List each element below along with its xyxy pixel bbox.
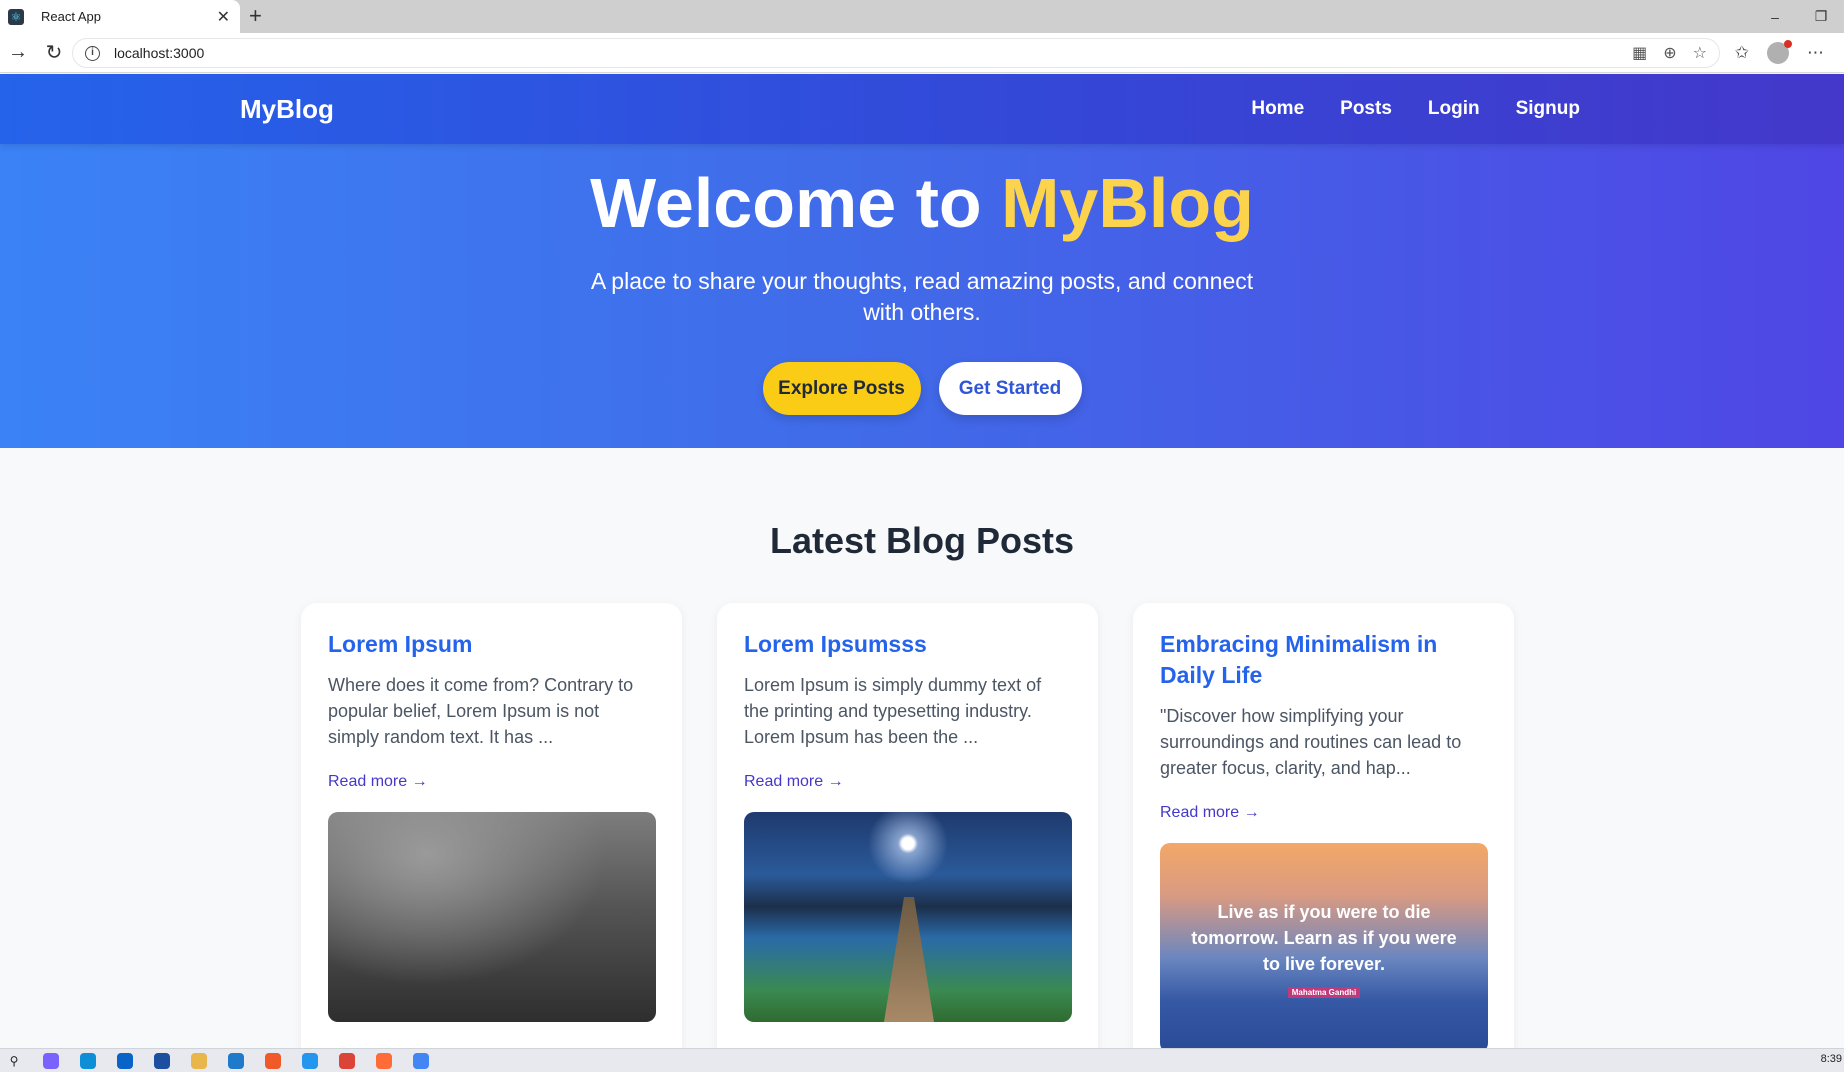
new-tab-icon[interactable]: + [249,4,262,28]
favorite-star-icon[interactable]: ☆ [1693,43,1707,63]
os-taskbar: ⚲ 8:39 [0,1048,1844,1072]
image-quote-text: Live as if you were to die tomorrow. Lea… [1191,901,1457,974]
vscode-icon[interactable] [228,1052,244,1069]
browser-toolbar: ✩ ⋯ [1717,33,1824,73]
url-text[interactable]: localhost:3000 [114,45,1616,61]
outlook-icon[interactable] [117,1052,133,1069]
post-excerpt: "Discover how simplifying your surroundi… [1160,706,1462,778]
post-card: Lorem Ipsum Where does it come from? Con… [301,603,682,1063]
hero-title: Welcome to MyBlog [0,168,1844,238]
zoom-icon[interactable]: ⊕ [1663,43,1676,63]
brave-icon[interactable] [265,1052,281,1069]
nav-link-home[interactable]: Home [1251,98,1304,120]
image-quote-author: Mahatma Gandhi [1287,986,1361,998]
forward-icon[interactable]: → [0,35,36,71]
react-favicon-icon: ⚛ [8,8,24,25]
site-navbar: MyBlog Home Posts Login Signup [0,74,1844,144]
hero-title-prefix: Welcome to [590,164,1002,242]
nav-link-login[interactable]: Login [1428,98,1480,120]
favorites-icon[interactable]: ✩ [1735,43,1749,63]
post-image-lake-pier [744,812,1072,1022]
store-icon[interactable] [154,1052,170,1069]
restore-icon[interactable]: ❐ [1798,0,1844,33]
copilot-icon[interactable] [43,1052,59,1069]
post-title[interactable]: Lorem Ipsum [328,629,655,660]
nav-link-posts[interactable]: Posts [1340,98,1392,120]
chrome-icon[interactable] [339,1052,355,1069]
hero-section: Welcome to MyBlog A place to share your … [0,144,1844,448]
close-tab-icon[interactable]: ✕ [217,7,230,27]
hero-subtitle: A place to share your thoughts, read ama… [590,268,1254,325]
file-explorer-icon[interactable] [191,1052,207,1069]
latest-posts-section: Latest Blog Posts Lorem Ipsum Where does… [0,448,1844,1063]
taskbar-clock[interactable]: 8:39 [1821,1053,1842,1065]
nav-links: Home Posts Login Signup [1251,98,1580,120]
more-menu-icon[interactable]: ⋯ [1807,43,1824,63]
profile-avatar[interactable] [1767,40,1792,64]
hero-buttons: Explore Posts Get Started [0,362,1844,415]
post-image-quote: Live as if you were to die tomorrow. Lea… [1160,843,1488,1053]
explore-posts-button[interactable]: Explore Posts [762,362,921,415]
hero-title-accent: MyBlog [1001,164,1254,242]
nav-link-signup[interactable]: Signup [1516,98,1580,120]
section-title: Latest Blog Posts [769,520,1075,561]
post-excerpt: Where does it come from? Contrary to pop… [328,675,634,747]
read-more-link[interactable]: Read more → [1160,804,1487,822]
site-brand[interactable]: MyBlog [240,94,334,125]
post-title[interactable]: Lorem Ipsumsss [744,629,1071,660]
browser-addressbar: → ↻ i localhost:3000 ▦ ⊕ ☆ ✩ ⋯ [0,33,1844,73]
post-excerpt: Lorem Ipsum is simply dummy text of the … [744,675,1042,747]
post-card-list: Lorem Ipsum Where does it come from? Con… [301,603,1514,1063]
url-bar[interactable]: i localhost:3000 ▦ ⊕ ☆ [72,38,1720,68]
post-title[interactable]: Embracing Minimalism in Daily Life [1160,629,1487,691]
post-card: Lorem Ipsumsss Lorem Ipsum is simply dum… [717,603,1098,1063]
browser-tabbar: ⚛ React App ✕ + – ❐ [0,0,1844,33]
site-info-icon[interactable]: i [85,45,100,61]
immersive-reader-icon[interactable]: ▦ [1632,43,1647,63]
post-card: Embracing Minimalism in Daily Life "Disc… [1133,603,1514,1063]
post-image-foggy-forest [328,812,656,1022]
reload-icon[interactable]: ↻ [36,35,72,71]
edge-icon[interactable] [80,1052,96,1069]
minimize-icon[interactable]: – [1752,0,1798,33]
read-more-link[interactable]: Read more → [744,773,1071,791]
chrome-canary-icon[interactable] [413,1052,429,1069]
window-controls: – ❐ [1752,0,1844,33]
get-started-button[interactable]: Get Started [938,362,1082,415]
search-icon[interactable]: ⚲ [6,1053,22,1069]
tab-title: React App [41,9,101,24]
read-more-link[interactable]: Read more → [328,773,655,791]
docker-icon[interactable] [302,1052,318,1069]
browser-tab-react-app[interactable]: ⚛ React App ✕ [0,0,240,33]
postman-icon[interactable] [376,1052,392,1069]
